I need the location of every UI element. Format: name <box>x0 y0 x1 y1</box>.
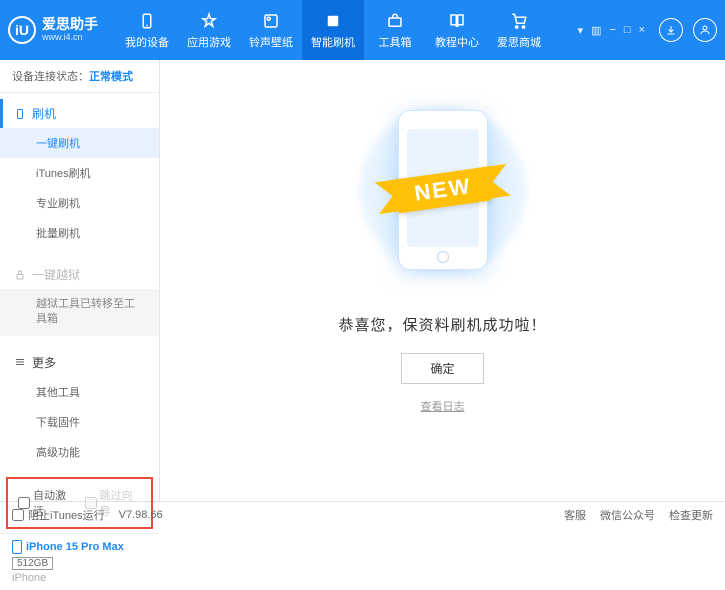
sidebar: 设备连接状态：正常模式 刷机 一键刷机 iTunes刷机 专业刷机 批量刷机 一… <box>0 60 160 501</box>
nav-ringtones[interactable]: 铃声壁纸 <box>240 0 302 60</box>
nav-flash[interactable]: 智能刷机 <box>302 0 364 60</box>
main-content: NEW 恭喜您，保资料刷机成功啦！ 确定 查看日志 <box>160 60 725 501</box>
download-button[interactable] <box>659 18 683 42</box>
phone-icon <box>137 11 157 31</box>
more-icon <box>14 356 26 368</box>
app-url: www.i4.cn <box>42 33 98 43</box>
sidebar-item-itunes[interactable]: iTunes刷机 <box>0 158 159 188</box>
apps-icon <box>199 11 219 31</box>
sidebar-head-flash[interactable]: 刷机 <box>0 99 159 128</box>
sidebar-head-jailbreak[interactable]: 一键越狱 <box>0 260 159 289</box>
footer-link-wechat[interactable]: 微信公众号 <box>600 507 655 523</box>
view-log-link[interactable]: 查看日志 <box>421 398 465 414</box>
device-phone-icon <box>12 540 22 554</box>
connection-status: 设备连接状态：正常模式 <box>0 60 159 93</box>
logo: iU 爱思助手 www.i4.cn <box>8 16 98 44</box>
flash-icon <box>323 11 343 31</box>
nav-store[interactable]: 爱思商城 <box>488 0 550 60</box>
lock-icon <box>14 269 26 281</box>
skin-icon[interactable]: ▥ <box>591 24 601 37</box>
ok-button[interactable]: 确定 <box>401 353 483 384</box>
device-info: iPhone 15 Pro Max 512GB iPhone <box>0 533 159 590</box>
flash-small-icon <box>14 108 26 120</box>
nav-my-device[interactable]: 我的设备 <box>116 0 178 60</box>
app-header: iU 爱思助手 www.i4.cn 我的设备 应用游戏 铃声壁纸 智能刷机 工具… <box>0 0 725 60</box>
sidebar-item-oneclick[interactable]: 一键刷机 <box>0 128 159 158</box>
success-illustration: NEW <box>343 90 543 290</box>
nav-toolbox[interactable]: 工具箱 <box>364 0 426 60</box>
version-label: V7.98.66 <box>119 509 163 521</box>
top-nav: 我的设备 应用游戏 铃声壁纸 智能刷机 工具箱 教程中心 爱思商城 <box>116 0 550 60</box>
app-title: 爱思助手 <box>42 17 98 32</box>
minimize-icon[interactable]: − <box>609 24 615 37</box>
logo-icon: iU <box>8 16 36 44</box>
jailbreak-note: 越狱工具已转移至工具箱 <box>0 289 159 336</box>
device-name[interactable]: iPhone 15 Pro Max <box>12 540 147 554</box>
maximize-icon[interactable]: □ <box>624 24 631 37</box>
user-button[interactable] <box>693 18 717 42</box>
close-icon[interactable]: × <box>639 24 645 37</box>
cart-icon <box>509 11 529 31</box>
footer-link-support[interactable]: 客服 <box>564 507 586 523</box>
sidebar-item-firmware[interactable]: 下载固件 <box>0 407 159 437</box>
nav-tutorial[interactable]: 教程中心 <box>426 0 488 60</box>
success-message: 恭喜您，保资料刷机成功啦！ <box>338 314 546 335</box>
device-type: iPhone <box>12 572 147 584</box>
book-icon <box>447 11 467 31</box>
nav-apps[interactable]: 应用游戏 <box>178 0 240 60</box>
toolbox-icon <box>385 11 405 31</box>
sidebar-item-pro[interactable]: 专业刷机 <box>0 188 159 218</box>
sidebar-item-advanced[interactable]: 高级功能 <box>0 437 159 467</box>
device-storage: 512GB <box>12 557 53 570</box>
sidebar-item-batch[interactable]: 批量刷机 <box>0 218 159 248</box>
footer-link-update[interactable]: 检查更新 <box>669 507 713 523</box>
window-controls: ▾ ▥ − □ × <box>578 24 645 37</box>
sidebar-head-more[interactable]: 更多 <box>0 348 159 377</box>
menu-icon[interactable]: ▾ <box>578 24 584 37</box>
image-icon <box>261 11 281 31</box>
checkbox-block-itunes[interactable]: 阻止iTunes运行 <box>12 507 105 523</box>
sidebar-item-other[interactable]: 其他工具 <box>0 377 159 407</box>
